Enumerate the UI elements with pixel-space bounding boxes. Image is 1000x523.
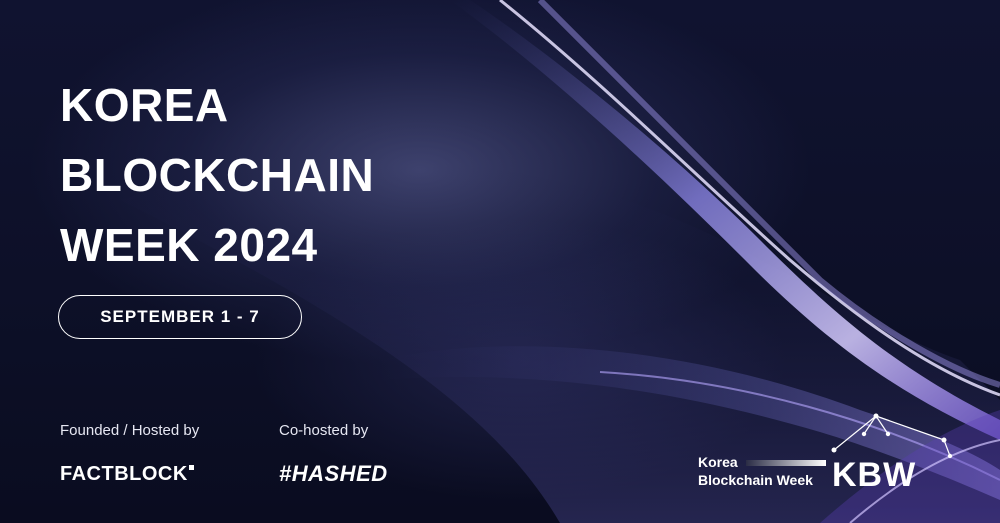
kbw-logo-bar [746, 460, 826, 466]
kbw-logo-line-2: Blockchain Week [698, 472, 813, 488]
title-line-2: BLOCKCHAIN [60, 149, 375, 201]
founded-label: Founded / Hosted by [60, 422, 200, 439]
kbw-logo-mark: KBW [832, 456, 917, 494]
factblock-logo: FACTBLOCK [60, 463, 194, 486]
factblock-square-icon [188, 465, 194, 470]
hashed-logo: #HASHED [279, 461, 388, 486]
kbw-logo-line-1: Korea [698, 454, 738, 470]
title-line-1: KOREA [60, 79, 229, 131]
factblock-logo-text: FACTBLOCK [60, 463, 188, 485]
event-title: KOREA BLOCKCHAIN WEEK 2024 [60, 70, 374, 280]
title-line-3: WEEK 2024 [60, 219, 318, 271]
event-dates-badge: SEPTEMBER 1 - 7 [58, 295, 302, 339]
event-banner: KOREA BLOCKCHAIN WEEK 2024 SEPTEMBER 1 -… [0, 0, 1000, 523]
cohosted-label: Co-hosted by [279, 422, 369, 439]
constellation-icon [831, 413, 953, 459]
event-dates-text: SEPTEMBER 1 - 7 [100, 307, 260, 326]
kbw-logo: Korea Blockchain Week KBW [696, 410, 976, 500]
